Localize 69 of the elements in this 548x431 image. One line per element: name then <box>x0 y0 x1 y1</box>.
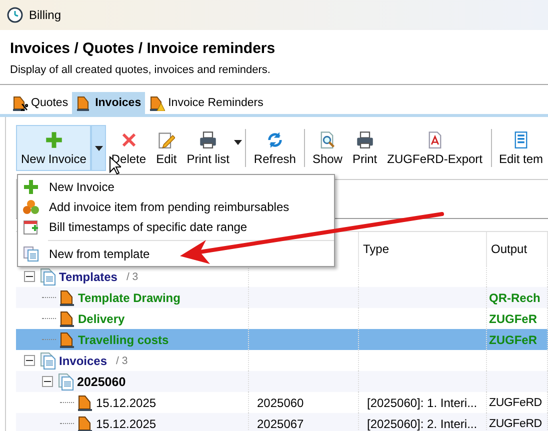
magnifier-icon <box>318 130 336 148</box>
menu-item[interactable]: Bill timestamps of specific date range <box>18 217 334 237</box>
table-cell: ZUGFeR <box>489 332 537 346</box>
table-cell: QR-Rech <box>489 290 540 304</box>
toolbar-button[interactable]: Print list <box>182 125 234 171</box>
tab[interactable]: Invoices <box>72 92 146 114</box>
new-invoice-button[interactable]: New Invoice <box>16 125 92 171</box>
row-label: 15.12.2025 <box>96 416 156 430</box>
column-header[interactable]: Type <box>359 232 487 266</box>
toolbar-button[interactable]: Edit <box>151 125 182 171</box>
calendar-icon <box>23 219 39 235</box>
invoice-icon <box>59 310 75 328</box>
table-cell: ZUGFeRD <box>489 396 542 408</box>
plus-icon <box>44 130 63 148</box>
invoice-icon <box>77 394 93 412</box>
row-label: 2025060 <box>77 374 126 388</box>
row-label: 15.12.2025 <box>96 396 156 410</box>
table-cell: ZUGFeR <box>489 312 537 326</box>
invoice-icon <box>59 288 75 306</box>
window-title: Billing <box>29 8 62 22</box>
toolbar-button[interactable]: Refresh <box>248 125 301 171</box>
clock-icon <box>7 7 23 23</box>
table-cell: ZUGFeRD <box>489 418 542 430</box>
tab[interactable]: Quotes <box>8 92 72 114</box>
row-label: Templates <box>59 270 118 284</box>
printer-icon <box>199 130 218 148</box>
row-label: Delivery <box>78 312 125 326</box>
plus-icon <box>23 179 39 195</box>
table-row[interactable]: Template Drawing QR-Rech <box>16 287 548 308</box>
menu-item[interactable]: New from template <box>18 244 334 264</box>
item-count: / 3 <box>116 354 128 366</box>
close-icon <box>120 130 138 148</box>
toolbar-button[interactable]: Show <box>307 125 348 171</box>
row-label: Invoices <box>59 354 108 368</box>
menu-item[interactable]: Add invoice item from pending reimbursables <box>18 197 334 217</box>
dropdown-button[interactable] <box>91 125 106 171</box>
collapse-icon[interactable] <box>42 376 53 387</box>
documents-icon <box>23 246 39 262</box>
toolbar-button[interactable]: Print <box>347 125 382 171</box>
table-row[interactable]: 15.12.2025 2025067 [2025060]: 2. Interi... ZUGFeRD <box>16 413 548 431</box>
collapse-icon[interactable] <box>24 271 35 282</box>
tab[interactable]: Invoice Reminders <box>145 92 268 114</box>
table-cell: 2025060 <box>257 396 304 410</box>
caret-icon <box>234 140 242 144</box>
documents-icon <box>58 372 74 390</box>
caret-icon <box>94 146 103 150</box>
row-label: Travelling costs <box>78 332 169 346</box>
table-row[interactable]: 2025060 <box>16 371 548 392</box>
documents-icon <box>40 352 56 370</box>
page-description: Display of all created quotes, invoices and reminders. <box>10 64 272 76</box>
collapse-icon[interactable] <box>24 355 35 366</box>
table-cell: 2025067 <box>257 416 304 430</box>
page-title: Invoices / Quotes / Invoice reminders <box>10 40 276 57</box>
pencil-icon <box>157 130 176 148</box>
table-cell: [2025060]: 1. Interi... <box>367 396 478 410</box>
invoice-icon <box>59 330 75 348</box>
toolbar-button[interactable]: ZUGFeRD-Export <box>382 125 488 171</box>
menu-item[interactable]: New Invoice <box>18 177 334 197</box>
circles-icon <box>23 199 39 215</box>
invoice-icon <box>12 95 28 111</box>
refresh-icon <box>266 130 284 148</box>
invoice-icon <box>149 95 166 111</box>
invoice-icon <box>77 414 93 431</box>
toolbar-button[interactable]: Edit tem <box>494 125 548 171</box>
item-count: / 3 <box>126 270 138 282</box>
row-label: Template Drawing <box>78 290 180 304</box>
table-cell: [2025060]: 2. Interi... <box>367 416 478 430</box>
printer-icon <box>356 130 374 148</box>
column-header[interactable]: Output <box>487 232 548 266</box>
